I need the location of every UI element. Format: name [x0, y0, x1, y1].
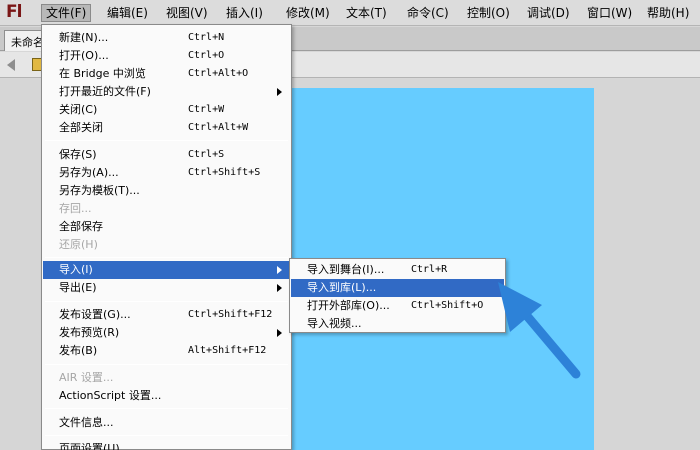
file-menu: 新建(N)... Ctrl+N 打开(O)... Ctrl+O 在 Bridge… [41, 24, 292, 450]
menu-item-shortcut: Ctrl+Shift+O [411, 300, 484, 311]
menu-item-shortcut: Ctrl+W [188, 104, 225, 115]
menu-item-label: 文件信息... [59, 416, 114, 429]
menu-item-label: 打开(O)... [59, 49, 109, 62]
menu-item-label: 页面设置(U)... [59, 442, 131, 450]
menu-item-label: 导入到库(L)... [307, 281, 377, 294]
submenu-item-import-to-library[interactable]: 导入到库(L)... [291, 279, 504, 297]
menu-item-label: 导入视频... [307, 317, 362, 330]
menu-item-shortcut: Ctrl+R [411, 264, 448, 275]
menu-item-label: 保存(S) [59, 148, 97, 161]
menu-item-shortcut: Ctrl+O [188, 50, 225, 61]
menu-item-publish[interactable]: 发布(B) Alt+Shift+F12 [43, 342, 290, 360]
menu-item-save-as-template[interactable]: 另存为模板(T)... [43, 182, 290, 200]
menu-item-check-in: 存回... [43, 200, 290, 218]
menu-item-save-as[interactable]: 另存为(A)... Ctrl+Shift+S [43, 164, 290, 182]
menu-text[interactable]: 文本(T) [342, 4, 391, 22]
menu-item-open-recent[interactable]: 打开最近的文件(F) [43, 83, 290, 101]
menu-item-close[interactable]: 关闭(C) Ctrl+W [43, 101, 290, 119]
menu-item-label: 导出(E) [59, 281, 97, 294]
menu-window[interactable]: 窗口(W) [583, 4, 636, 22]
menu-item-label: 打开外部库(O)... [307, 299, 390, 312]
menu-item-label: 发布(B) [59, 344, 98, 357]
menu-item-label: 全部保存 [59, 220, 103, 233]
menu-view[interactable]: 视图(V) [162, 4, 212, 22]
menu-item-label: 全部关闭 [59, 121, 103, 134]
menu-item-label: AIR 设置... [59, 371, 114, 384]
menu-item-label: 在 Bridge 中浏览 [59, 67, 146, 80]
menu-control[interactable]: 控制(O) [463, 4, 514, 22]
menu-item-browse-bridge[interactable]: 在 Bridge 中浏览 Ctrl+Alt+O [43, 65, 290, 83]
menu-item-actionscript-settings[interactable]: ActionScript 设置... [43, 387, 290, 405]
submenu-item-open-external-library[interactable]: 打开外部库(O)... Ctrl+Shift+O [291, 297, 504, 315]
import-submenu: 导入到舞台(I)... Ctrl+R 导入到库(L)... 打开外部库(O)..… [289, 258, 506, 333]
menu-item-new[interactable]: 新建(N)... Ctrl+N [43, 29, 290, 47]
menu-item-label: 另存为(A)... [59, 166, 119, 179]
submenu-arrow-icon [277, 88, 282, 96]
menu-item-label: 导入到舞台(I)... [307, 263, 385, 276]
menu-item-save[interactable]: 保存(S) Ctrl+S [43, 146, 290, 164]
menu-commands[interactable]: 命令(C) [403, 4, 453, 22]
menu-bar: Fl 文件(F) 编辑(E) 视图(V) 插入(I) 修改(M) 文本(T) 命… [0, 0, 700, 26]
menu-item-label: 打开最近的文件(F) [59, 85, 151, 98]
submenu-arrow-icon [277, 329, 282, 337]
menu-separator [45, 435, 288, 436]
menu-item-revert: 还原(H) [43, 236, 290, 254]
menu-separator [45, 408, 288, 409]
menu-modify[interactable]: 修改(M) [282, 4, 334, 22]
menu-debug[interactable]: 调试(D) [523, 4, 574, 22]
menu-item-label: 还原(H) [59, 238, 98, 251]
menu-item-export[interactable]: 导出(E) [43, 279, 290, 297]
menu-item-label: 存回... [59, 202, 92, 215]
menu-item-shortcut: Ctrl+Shift+F12 [188, 309, 273, 320]
app-logo: Fl [6, 2, 22, 22]
submenu-item-import-to-stage[interactable]: 导入到舞台(I)... Ctrl+R [291, 261, 504, 279]
menu-separator [45, 257, 288, 258]
menu-item-open[interactable]: 打开(O)... Ctrl+O [43, 47, 290, 65]
menu-item-page-setup[interactable]: 页面设置(U)... [43, 440, 290, 450]
menu-separator [45, 364, 288, 365]
menu-item-label: 发布设置(G)... [59, 308, 131, 321]
menu-item-shortcut: Alt+Shift+F12 [188, 345, 267, 356]
menu-item-close-all[interactable]: 全部关闭 Ctrl+Alt+W [43, 119, 290, 137]
menu-item-label: 发布预览(R) [59, 326, 120, 339]
menu-edit[interactable]: 编辑(E) [103, 4, 152, 22]
menu-item-file-info[interactable]: 文件信息... [43, 414, 290, 432]
menu-item-shortcut: Ctrl+N [188, 32, 225, 43]
menu-item-shortcut: Ctrl+Shift+S [188, 167, 261, 178]
submenu-arrow-icon [277, 284, 282, 292]
menu-item-shortcut: Ctrl+Alt+O [188, 68, 249, 79]
menu-item-label: 关闭(C) [59, 103, 98, 116]
submenu-item-import-video[interactable]: 导入视频... [291, 315, 504, 333]
menu-item-label: 新建(N)... [59, 31, 109, 44]
menu-item-publish-preview[interactable]: 发布预览(R) [43, 324, 290, 342]
menu-help[interactable]: 帮助(H) [643, 4, 693, 22]
menu-item-label: 另存为模板(T)... [59, 184, 140, 197]
menu-separator [45, 301, 288, 302]
menu-insert[interactable]: 插入(I) [222, 4, 267, 22]
menu-item-publish-settings[interactable]: 发布设置(G)... Ctrl+Shift+F12 [43, 306, 290, 324]
menu-separator [45, 140, 288, 141]
menu-file[interactable]: 文件(F) [41, 4, 92, 22]
submenu-arrow-icon [277, 266, 282, 274]
back-arrow-icon[interactable] [7, 59, 15, 71]
menu-item-import[interactable]: 导入(I) [43, 261, 290, 279]
menu-item-save-all[interactable]: 全部保存 [43, 218, 290, 236]
menu-item-label: ActionScript 设置... [59, 389, 162, 402]
menu-item-air-settings: AIR 设置... [43, 369, 290, 387]
menu-item-shortcut: Ctrl+S [188, 149, 225, 160]
menu-item-shortcut: Ctrl+Alt+W [188, 122, 249, 133]
menu-item-label: 导入(I) [59, 263, 93, 276]
